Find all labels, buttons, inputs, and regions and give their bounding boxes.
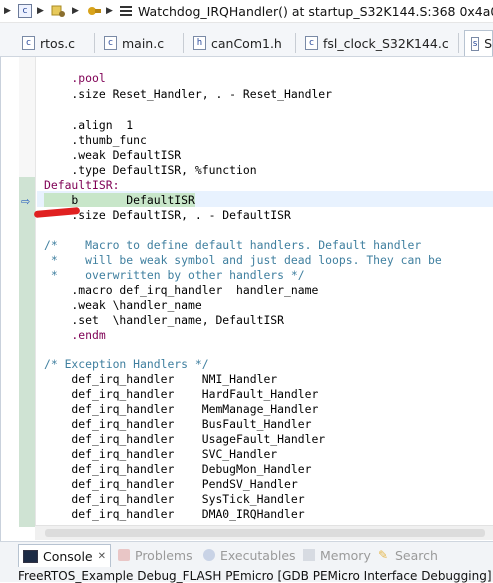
code-line-label: DefaultISR:	[44, 178, 120, 192]
code-comment: * will be weak symbol and just dead loop…	[44, 253, 442, 267]
tab-label: Search	[395, 547, 438, 563]
tab-problems[interactable]: Problems	[118, 546, 193, 564]
tab-label: Console	[43, 548, 93, 564]
c-file-icon: c	[22, 36, 35, 50]
tab-rtos-c[interactable]: c rtos.c	[22, 31, 75, 55]
tab-startup-s[interactable]: s S	[464, 30, 493, 56]
tab-label: Problems	[135, 547, 193, 563]
stack-frame-icon[interactable]	[119, 3, 133, 19]
code-line: def_irq_handler MemManage_Handler	[44, 402, 319, 416]
tab-label: Memory	[320, 547, 371, 563]
bottom-panel: Console ✕ Problems Executables Memory ✎ …	[0, 541, 493, 583]
thread-icon[interactable]	[86, 3, 102, 19]
tab-divider	[295, 33, 296, 53]
executables-icon	[203, 549, 215, 561]
tab-divider	[94, 33, 95, 53]
code-lines: .pool .size Reset_Handler, . - Reset_Han…	[1, 57, 493, 527]
code-line: def_irq_handler BusFault_Handler	[44, 417, 312, 431]
horizontal-scrollbar[interactable]	[35, 525, 493, 540]
tab-executables[interactable]: Executables	[203, 546, 296, 564]
code-line: .size DefaultISR, . - DefaultISR	[44, 208, 291, 222]
code-line-current: b DefaultISR	[44, 193, 195, 207]
code-line: def_irq_handler NMI_Handler	[44, 372, 278, 386]
code-line: .pool	[44, 71, 106, 85]
code-comment: * overwritten by other handlers */	[44, 268, 305, 282]
code-line: .macro def_irq_handler handler_name	[44, 283, 319, 297]
scrollbar-thumb[interactable]	[45, 529, 485, 537]
code-line: .type DefaultISR, %function	[44, 163, 257, 177]
h-file-icon: h	[193, 36, 206, 50]
breadcrumb-arrow[interactable]: ▶	[37, 3, 44, 19]
breadcrumb-arrow[interactable]: ▶	[72, 3, 79, 19]
tab-label: Executables	[220, 547, 296, 563]
code-line: def_irq_handler DebugMon_Handler	[44, 462, 312, 476]
code-line: def_irq_handler PendSV_Handler	[44, 477, 298, 491]
code-line: def_irq_handler SysTick_Handler	[44, 492, 305, 506]
code-line: .weak DefaultISR	[44, 148, 182, 162]
breadcrumb-arrow[interactable]: ▶	[106, 3, 113, 19]
code-editor[interactable]: ⇨ .pool .size Reset_Handler, . - Reset_H…	[0, 57, 493, 541]
breadcrumb: ▶ c ▶ ▶ ▶ Watchdog_IRQHandler() at start…	[0, 0, 493, 23]
tab-label: rtos.c	[40, 35, 76, 51]
code-comment: /* Exception Handlers */	[44, 357, 209, 371]
code-line: def_irq_handler UsageFault_Handler	[44, 432, 326, 446]
tab-cancom1-h[interactable]: h canCom1.h	[193, 31, 282, 55]
tab-main-c[interactable]: c main.c	[104, 31, 164, 55]
tab-search[interactable]: ✎ Search	[378, 546, 438, 564]
tab-divider	[183, 33, 184, 53]
tab-fsl-clock-c[interactable]: c fsl_clock_S32K144.c	[305, 31, 449, 55]
editor-tab-bar: c rtos.c c main.c h canCom1.h c fsl_cloc…	[0, 23, 493, 57]
tab-label: main.c	[122, 35, 165, 51]
code-line: def_irq_handler SVC_Handler	[44, 447, 278, 461]
code-line: def_irq_handler DMA0_IRQHandler	[44, 507, 305, 521]
tab-divider	[458, 33, 459, 53]
c-file-icon[interactable]: c	[18, 3, 32, 19]
breadcrumb-arrow[interactable]: ▶	[4, 3, 11, 19]
code-line: .thumb_func	[44, 133, 147, 147]
tab-console[interactable]: Console ✕	[18, 544, 112, 567]
code-line: def_irq_handler HardFault_Handler	[44, 387, 319, 401]
c-file-icon: c	[104, 36, 117, 50]
code-line: .size Reset_Handler, . - Reset_Handler	[44, 87, 333, 101]
breadcrumb-frame-label[interactable]: Watchdog_IRQHandler() at startup_S32K144…	[138, 3, 493, 19]
tab-label: S	[484, 36, 492, 51]
console-icon	[23, 549, 38, 563]
close-icon[interactable]: ✕	[98, 551, 106, 562]
tab-label: fsl_clock_S32K144.c	[323, 35, 449, 51]
code-line: .set \handler_name, DefaultISR	[44, 313, 285, 327]
code-line: .align 1	[44, 118, 134, 132]
code-comment: /* Macro to define default handlers. Def…	[44, 238, 422, 252]
problems-icon	[118, 549, 130, 561]
tab-label: canCom1.h	[211, 35, 282, 51]
search-icon: ✎	[378, 548, 389, 562]
project-icon[interactable]	[51, 3, 67, 19]
c-file-icon: c	[305, 36, 318, 50]
tab-memory[interactable]: Memory	[303, 546, 371, 564]
code-line: .weak \handler_name	[44, 298, 202, 312]
memory-icon	[303, 549, 315, 561]
asm-file-icon: s	[471, 36, 480, 51]
code-line: .endm	[44, 328, 106, 342]
